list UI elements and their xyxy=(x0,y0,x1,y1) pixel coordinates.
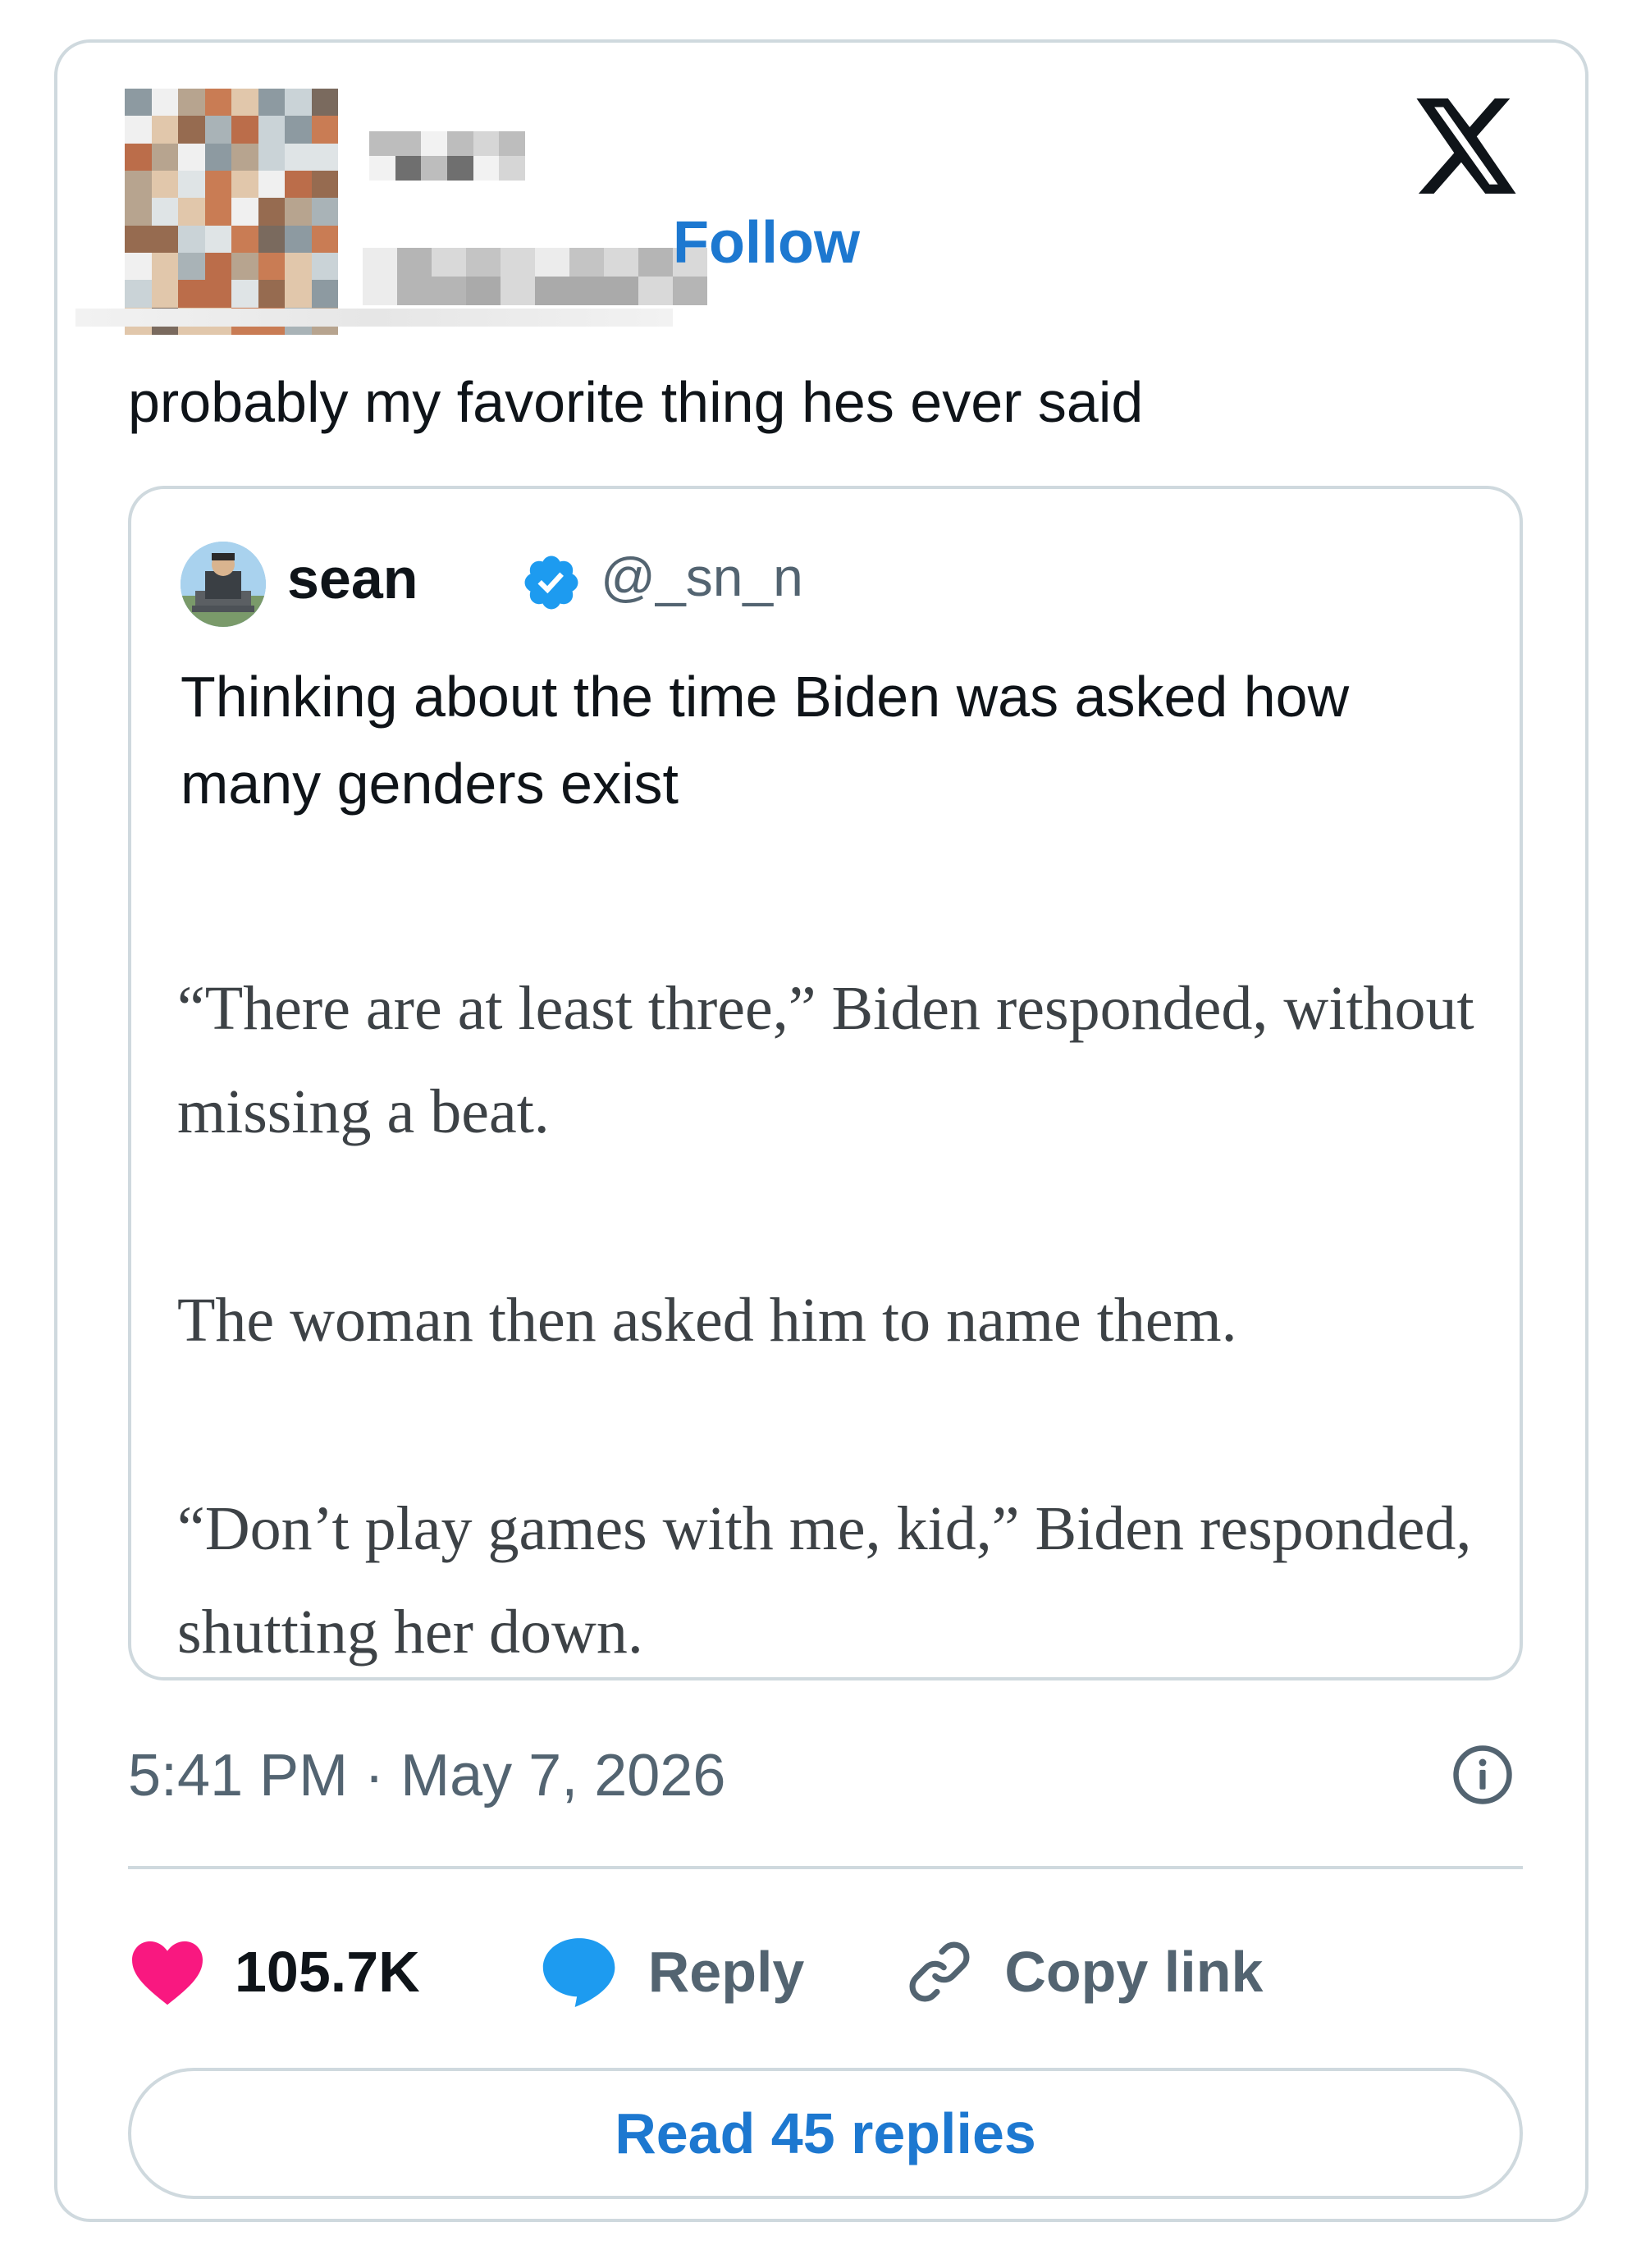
article-paragraph: The woman then asked him to name them. xyxy=(177,1286,1237,1355)
tweet-timestamp[interactable]: 5:41 PM · May 7, 2026 xyxy=(128,1746,725,1805)
x-logo-icon[interactable] xyxy=(1416,98,1516,194)
quoted-author-name[interactable]: sean xyxy=(287,550,418,607)
author-handle-redacted xyxy=(363,248,707,305)
article-paragraph: “There are at least three,” Biden respon… xyxy=(177,974,1474,1146)
link-icon xyxy=(909,1941,970,2002)
quoted-tweet-text: Thinking about the time Biden was asked … xyxy=(181,665,1350,816)
follow-button[interactable]: Follow xyxy=(673,213,860,272)
like-button[interactable]: 105.7K xyxy=(128,1936,420,2007)
quoted-article-image: “There are at least three,” Biden respon… xyxy=(177,957,1490,1684)
divider xyxy=(128,1866,1523,1869)
quoted-author-handle[interactable]: @_sn_n xyxy=(601,550,803,604)
verified-badge-icon xyxy=(524,556,578,610)
like-count: 105.7K xyxy=(235,1940,420,2004)
embedded-tweet-card: Follow probably my favorite thing hes ev… xyxy=(54,39,1588,2222)
read-replies-button[interactable]: Read 45 replies xyxy=(128,2068,1523,2199)
copy-link-button[interactable]: Copy link xyxy=(903,1935,1263,2009)
reply-label: Reply xyxy=(647,1940,805,2004)
action-bar: 105.7K Reply Copy link xyxy=(128,1927,1263,2017)
redaction-strip xyxy=(75,309,673,327)
copy-link-label: Copy link xyxy=(1004,1940,1264,2004)
author-avatar[interactable] xyxy=(125,89,338,335)
article-paragraph: “Don’t play games with me, kid,” Biden r… xyxy=(177,1494,1472,1667)
quoted-author-avatar[interactable] xyxy=(181,542,266,627)
reply-button[interactable]: Reply xyxy=(538,1935,805,2009)
quoted-tweet[interactable]: sean @_sn_n Thinking about the time Bide… xyxy=(128,486,1523,1680)
author-name-redacted xyxy=(369,131,525,181)
tweet-text: probably my favorite thing hes ever said xyxy=(128,370,1144,434)
heart-icon xyxy=(132,1941,203,2005)
reply-bubble-icon xyxy=(542,1938,615,2007)
info-icon[interactable] xyxy=(1449,1741,1516,1808)
